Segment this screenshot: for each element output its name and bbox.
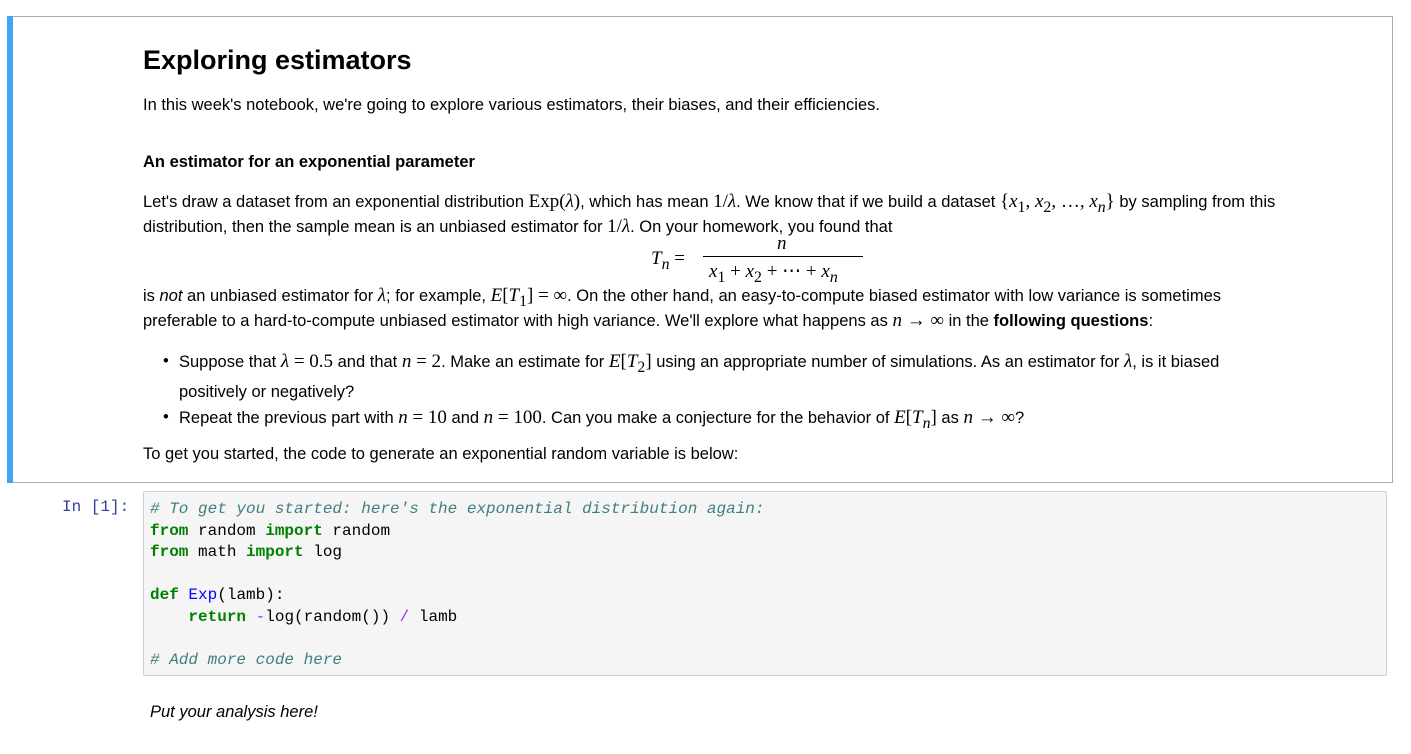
intro-paragraph: In this week's notebook, we're going to … xyxy=(143,96,880,114)
section-heading: An estimator for an exponential paramete… xyxy=(143,153,475,171)
list-item: Suppose that λ = 0.5 and that n = 2. Mak… xyxy=(143,349,1379,405)
analysis-markdown[interactable]: Put your analysis here! xyxy=(150,700,318,725)
estimator-formula: Tn = n x1 + x2 + ⋯ + xn xyxy=(651,233,971,286)
code-comment: # To get you started: here's the exponen… xyxy=(150,500,765,518)
closing-paragraph: To get you started, the code to generate… xyxy=(143,445,739,463)
input-prompt: In [1]: xyxy=(62,498,130,516)
selected-cell-indicator xyxy=(7,16,13,483)
code-comment: # Add more code here xyxy=(150,650,343,669)
paragraph-line-4: preferable to a hard-to-compute unbiased… xyxy=(143,310,1154,331)
notebook-title: Exploring estimators xyxy=(143,45,412,75)
list-item: Repeat the previous part with n = 10 and… xyxy=(143,405,1379,436)
code-cell-editor[interactable]: # To get you started: here's the exponen… xyxy=(143,491,1387,676)
questions-list: Suppose that λ = 0.5 and that n = 2. Mak… xyxy=(143,349,1379,436)
